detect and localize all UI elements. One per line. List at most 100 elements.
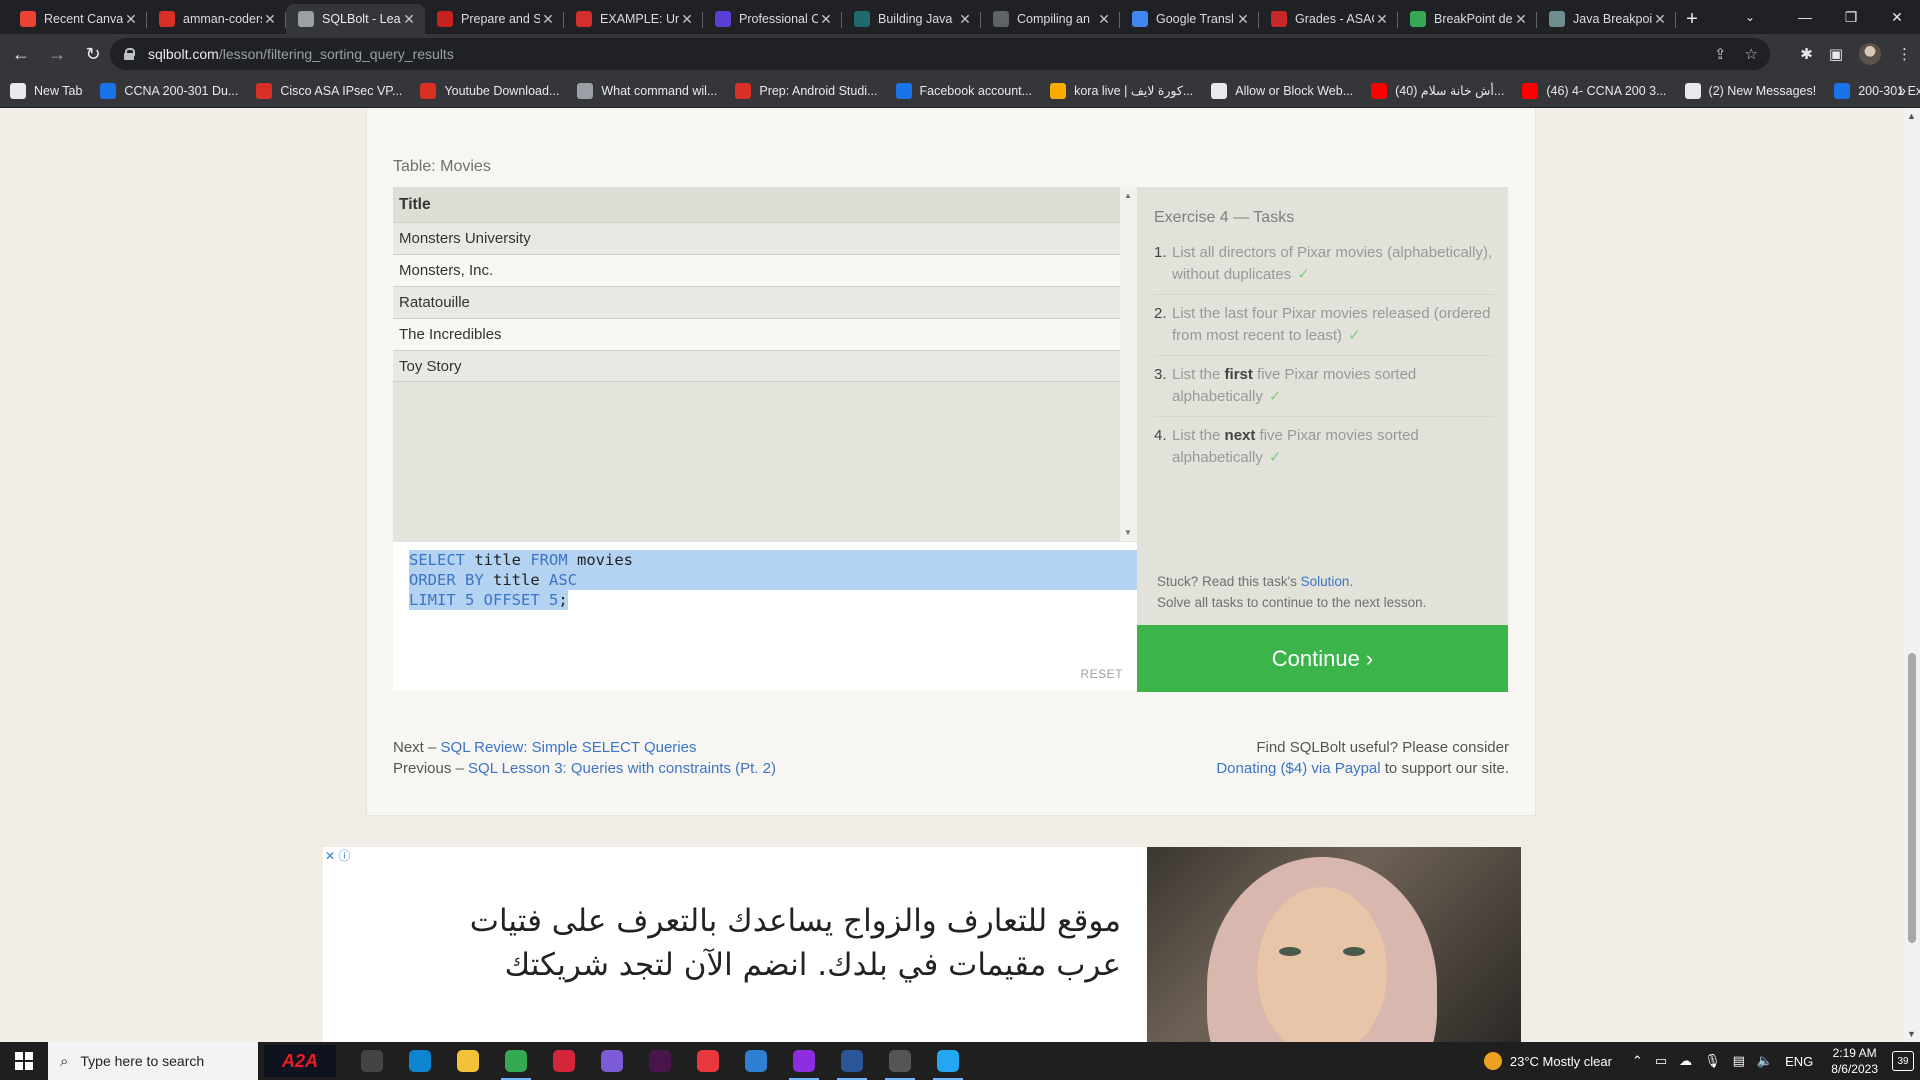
bookmark-item[interactable]: Allow or Block Web... — [1211, 82, 1353, 99]
bookmark-item[interactable]: (46) 4- CCNA 200 3... — [1522, 82, 1667, 99]
taskbar-app-app-a[interactable] — [732, 1042, 780, 1080]
tab-close-icon[interactable]: ✕ — [1513, 11, 1529, 28]
scroll-down-arrow-icon[interactable]: ▼ — [1124, 528, 1132, 537]
tab-close-icon[interactable]: ✕ — [1652, 11, 1668, 28]
browser-tab[interactable]: Compiling an ✕ — [981, 4, 1120, 34]
weather-widget[interactable]: 23°C Mostly clear — [1483, 1052, 1612, 1070]
browser-tab[interactable]: Grades - ASAC ✕ — [1259, 4, 1398, 34]
browser-tab[interactable]: amman-coders ✕ — [147, 4, 286, 34]
previous-lesson-link[interactable]: SQL Lesson 3: Queries with constraints (… — [468, 760, 776, 777]
bookmark-star-icon[interactable]: ☆ — [1745, 45, 1758, 63]
taskbar-app-app-git[interactable] — [684, 1042, 732, 1080]
tab-close-icon[interactable]: ✕ — [401, 11, 417, 28]
share-icon[interactable]: ⇪ — [1714, 45, 1727, 63]
close-window-button[interactable]: ✕ — [1874, 0, 1920, 34]
scroll-up-icon[interactable]: ▲ — [1907, 111, 1916, 121]
microphone-icon[interactable]: 🎙 — [1704, 1053, 1721, 1069]
bookmark-item[interactable]: 200-301 Exam – Fre... — [1834, 82, 1920, 99]
taskbar-app-edge[interactable] — [396, 1042, 444, 1080]
taskbar-app-vscode[interactable] — [924, 1042, 972, 1080]
browser-tab[interactable]: Google Transl ✕ — [1120, 4, 1259, 34]
code-line[interactable]: LIMIT 5 OFFSET 5; — [409, 590, 1137, 610]
code-line[interactable]: SELECT title FROM movies — [409, 550, 1137, 570]
browser-tab[interactable]: Recent Canvas ✕ — [8, 4, 147, 34]
tab-close-icon[interactable]: ✕ — [957, 11, 973, 28]
extensions-puzzle-icon[interactable]: ✱ — [1800, 45, 1813, 63]
browser-tab[interactable]: SQLBolt - Learn✕ — [286, 4, 425, 34]
bookmark-item[interactable]: (40) أش خانة سلام... — [1371, 82, 1504, 99]
tab-close-icon[interactable]: ✕ — [262, 11, 278, 28]
taskbar-app-intellij[interactable] — [780, 1042, 828, 1080]
browser-tab[interactable]: EXAMPLE: Un ✕ — [564, 4, 703, 34]
advertisement[interactable]: ✕ ⓘ موقع للتعارف والزواج يساعدك بالتعرف … — [323, 847, 1521, 1042]
clock[interactable]: 2:19 AM 8/6/2023 — [1831, 1045, 1878, 1077]
ad-text[interactable]: موقع للتعارف والزواج يساعدك بالتعرف على … — [421, 899, 1121, 987]
continue-button[interactable]: Continue › — [1137, 625, 1508, 692]
query-code[interactable]: SELECT title FROM movies ORDER BY title A… — [409, 550, 1137, 610]
notification-count[interactable]: 39 — [1892, 1051, 1914, 1071]
side-panel-icon[interactable]: ▣ — [1829, 45, 1843, 63]
tab-close-icon[interactable]: ✕ — [123, 11, 139, 28]
bookmark-item[interactable]: What command wil... — [577, 82, 717, 99]
ad-close-info-icon[interactable]: ✕ ⓘ — [325, 847, 350, 864]
menu-kebab-icon[interactable]: ⋮ — [1897, 45, 1912, 63]
next-lesson-link[interactable]: SQL Review: Simple SELECT Queries — [441, 739, 697, 756]
scroll-down-icon[interactable]: ▼ — [1907, 1029, 1916, 1039]
donate-link[interactable]: Donating ($4) via Paypal — [1216, 760, 1380, 777]
sql-editor[interactable]: SELECT title FROM movies ORDER BY title A… — [393, 541, 1137, 691]
taskbar-app-chrome[interactable] — [492, 1042, 540, 1080]
profile-avatar[interactable] — [1859, 43, 1881, 65]
taskbar-app-terminal[interactable] — [876, 1042, 924, 1080]
volume-icon[interactable]: 🔈 — [1757, 1053, 1773, 1069]
taskbar-app-file-explorer[interactable] — [444, 1042, 492, 1080]
bookmark-item[interactable]: kora live | كورة لايف... — [1050, 82, 1193, 99]
bookmark-item[interactable]: Cisco ASA IPsec VP... — [256, 82, 402, 99]
bookmark-item[interactable]: (2) New Messages! — [1684, 82, 1816, 99]
restore-button[interactable]: ❐ — [1828, 0, 1874, 34]
new-tab-button[interactable]: + — [1676, 4, 1708, 34]
browser-tab[interactable]: Java Breakpoi ✕ — [1537, 4, 1676, 34]
bookmark-item[interactable]: Youtube Download... — [420, 82, 559, 99]
forward-arrow-icon[interactable]: → — [42, 39, 72, 69]
reload-icon[interactable]: ↻ — [78, 39, 108, 69]
tab-close-icon[interactable]: ✕ — [1374, 11, 1390, 28]
browser-tab[interactable]: BreakPoint de ✕ — [1398, 4, 1537, 34]
taskbar-app-slack[interactable] — [636, 1042, 684, 1080]
tab-close-icon[interactable]: ✕ — [818, 11, 834, 28]
browser-tab[interactable]: Professional C ✕ — [703, 4, 842, 34]
reset-button[interactable]: RESET — [1080, 667, 1123, 681]
taskbar-app-app-red[interactable] — [540, 1042, 588, 1080]
taskbar-app-word[interactable] — [828, 1042, 876, 1080]
address-bar[interactable]: sqlbolt.com/lesson/filtering_sorting_que… — [110, 38, 1770, 70]
battery-icon[interactable]: ▭ — [1655, 1053, 1667, 1069]
bookmark-item[interactable]: Prep: Android Studi... — [735, 82, 878, 99]
onedrive-cloud-icon[interactable]: ☁ — [1679, 1053, 1692, 1069]
tab-close-icon[interactable]: ✕ — [1096, 11, 1112, 28]
bookmark-item[interactable]: Facebook account... — [895, 82, 1032, 99]
network-icon[interactable]: ▤ — [1733, 1053, 1745, 1069]
browser-tab[interactable]: Prepare and S ✕ — [425, 4, 564, 34]
scroll-up-arrow-icon[interactable]: ▲ — [1124, 191, 1132, 200]
back-arrow-icon[interactable]: ← — [6, 39, 36, 69]
ad-photo[interactable] — [1147, 847, 1521, 1042]
a2a-banner[interactable]: A2A — [264, 1045, 336, 1077]
taskbar-app-task-view[interactable] — [348, 1042, 396, 1080]
chevron-up-icon[interactable]: ⌃ — [1632, 1053, 1643, 1069]
browser-tab[interactable]: Building Java ✕ — [842, 4, 981, 34]
results-scrollbar[interactable]: ▲ ▼ — [1120, 187, 1137, 541]
scroll-thumb[interactable] — [1908, 653, 1916, 943]
tab-close-icon[interactable]: ✕ — [1235, 11, 1251, 28]
bookmark-item[interactable]: New Tab — [10, 82, 82, 99]
tab-close-icon[interactable]: ✕ — [540, 11, 556, 28]
code-line[interactable]: ORDER BY title ASC — [409, 570, 1137, 590]
tab-search-chevron-icon[interactable]: ⌄ — [1730, 0, 1770, 34]
taskbar-app-app-purple[interactable] — [588, 1042, 636, 1080]
minimize-button[interactable]: — — [1782, 0, 1828, 34]
taskbar-search[interactable]: ⌕ Type here to search — [48, 1042, 258, 1080]
tab-close-icon[interactable]: ✕ — [679, 11, 695, 28]
solution-link[interactable]: Solution — [1301, 574, 1350, 589]
start-button[interactable] — [0, 1042, 48, 1080]
page-scrollbar[interactable]: ▲ ▼ — [1904, 108, 1920, 1042]
bookmarks-overflow-icon[interactable]: » — [1898, 82, 1906, 98]
bookmark-item[interactable]: CCNA 200-301 Du... — [100, 82, 238, 99]
